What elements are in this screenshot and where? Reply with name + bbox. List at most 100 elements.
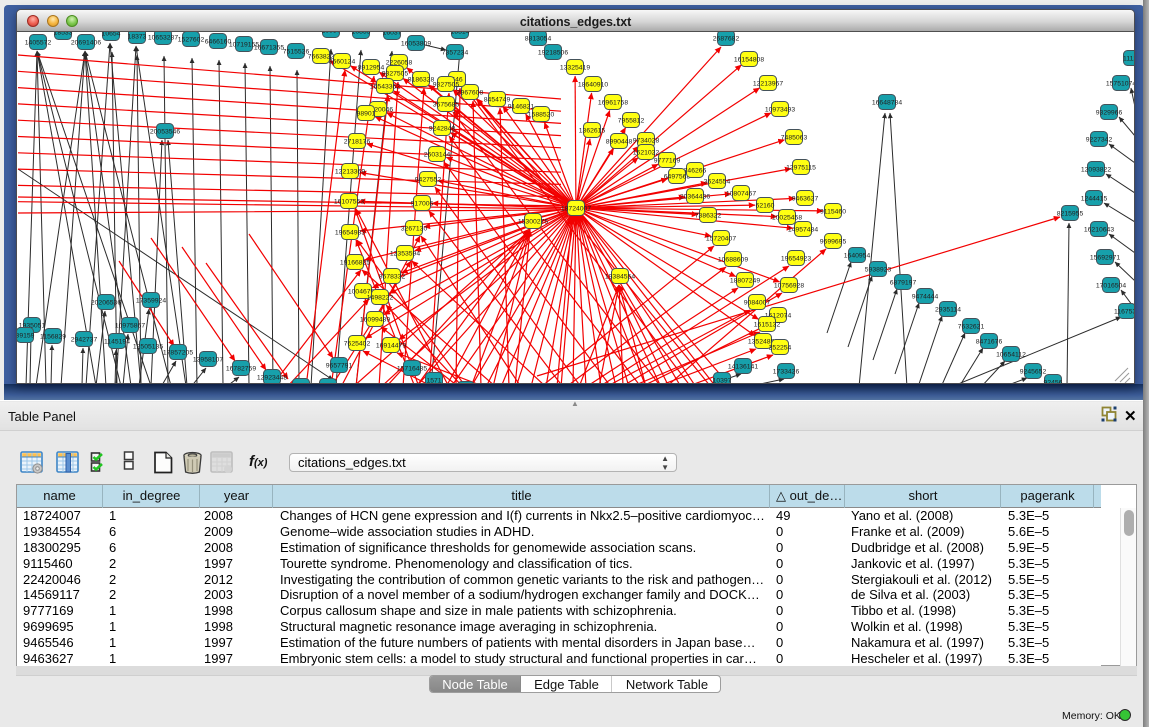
svg-text:15720407: 15720407 bbox=[706, 235, 736, 242]
svg-text:16648784: 16648784 bbox=[872, 99, 902, 106]
svg-text:18724007: 18724007 bbox=[561, 205, 591, 212]
svg-text:2967608: 2967608 bbox=[457, 89, 484, 96]
svg-text:12213967: 12213967 bbox=[753, 80, 783, 87]
svg-text:19654983: 19654983 bbox=[335, 229, 365, 236]
svg-text:1498222: 1498222 bbox=[367, 294, 394, 301]
svg-text:8186328: 8186328 bbox=[408, 76, 435, 83]
svg-text:7663822: 7663822 bbox=[308, 53, 335, 60]
svg-text:9115460: 9115460 bbox=[820, 208, 846, 215]
svg-text:8215955: 8215955 bbox=[1057, 210, 1084, 217]
svg-text:9777169: 9777169 bbox=[654, 157, 681, 164]
svg-text:10807467: 10807467 bbox=[726, 190, 756, 197]
svg-text:92456: 92456 bbox=[1044, 379, 1063, 383]
svg-text:20206536: 20206536 bbox=[91, 299, 121, 306]
svg-text:20053546: 20053546 bbox=[150, 128, 180, 135]
svg-text:9463627: 9463627 bbox=[792, 195, 819, 202]
svg-text:10025458: 10025458 bbox=[772, 214, 802, 221]
svg-text:13325419: 13325419 bbox=[560, 64, 590, 71]
svg-text:1244415: 1244415 bbox=[1081, 195, 1108, 202]
svg-text:10975867: 10975867 bbox=[115, 322, 145, 329]
svg-text:18807249: 18807249 bbox=[730, 277, 760, 284]
svg-text:20691406: 20691406 bbox=[71, 39, 101, 46]
svg-text:13958107: 13958107 bbox=[193, 356, 223, 363]
svg-text:7357234: 7357234 bbox=[442, 49, 469, 56]
svg-text:12975115: 12975115 bbox=[786, 164, 816, 171]
svg-text:9734028: 9734028 bbox=[633, 137, 660, 144]
svg-text:3624554: 3624554 bbox=[704, 178, 731, 185]
svg-text:2603144: 2603144 bbox=[424, 151, 451, 158]
svg-text:10688609: 10688609 bbox=[718, 256, 748, 263]
svg-text:16053809: 16053809 bbox=[401, 40, 431, 47]
svg-text:10853: 10853 bbox=[352, 32, 371, 35]
svg-text:19937: 19937 bbox=[322, 32, 341, 34]
svg-text:19166825: 19166825 bbox=[340, 259, 370, 266]
svg-text:2718176: 2718176 bbox=[344, 138, 371, 145]
svg-text:7386322: 7386322 bbox=[695, 212, 722, 219]
svg-text:16099489: 16099489 bbox=[360, 316, 390, 323]
svg-text:12923448: 12923448 bbox=[257, 374, 287, 381]
svg-text:10653287: 10653287 bbox=[148, 34, 178, 41]
svg-text:9327505: 9327505 bbox=[382, 70, 409, 77]
svg-text:16961758: 16961758 bbox=[598, 99, 628, 106]
svg-text:9227342: 9227342 bbox=[1086, 136, 1113, 143]
svg-text:16543362: 16543362 bbox=[370, 83, 400, 90]
svg-text:19218506: 19218506 bbox=[538, 49, 568, 56]
svg-text:7485063: 7485063 bbox=[781, 134, 808, 141]
svg-text:12213369: 12213369 bbox=[335, 168, 365, 175]
svg-text:5938923: 5938923 bbox=[865, 266, 892, 273]
svg-text:1733426: 1733426 bbox=[773, 368, 800, 375]
svg-text:17857205: 17857205 bbox=[163, 349, 193, 356]
svg-text:16671355: 16671355 bbox=[254, 44, 284, 51]
svg-text:9474444: 9474444 bbox=[912, 293, 939, 300]
svg-text:8454749: 8454749 bbox=[484, 96, 511, 103]
svg-text:2935114: 2935114 bbox=[935, 306, 961, 313]
svg-text:8471676: 8471676 bbox=[976, 338, 1003, 345]
svg-text:10973493: 10973493 bbox=[765, 106, 795, 113]
svg-text:1362615: 1362615 bbox=[579, 127, 606, 134]
svg-text:9427552: 9427552 bbox=[415, 176, 442, 183]
svg-text:9245652: 9245652 bbox=[1020, 368, 1047, 375]
svg-text:16037: 16037 bbox=[383, 32, 402, 36]
svg-text:1156829: 1156829 bbox=[40, 333, 66, 340]
svg-text:9146821: 9146821 bbox=[508, 103, 535, 110]
svg-text:8813054: 8813054 bbox=[525, 35, 552, 42]
svg-text:6879197: 6879197 bbox=[890, 279, 917, 286]
svg-text:18314: 18314 bbox=[451, 32, 470, 35]
svg-text:7955812: 7955812 bbox=[618, 117, 645, 124]
svg-text:15692971: 15692971 bbox=[1090, 254, 1120, 261]
svg-text:14957484: 14957484 bbox=[788, 226, 818, 233]
svg-text:15300275: 15300275 bbox=[518, 218, 548, 225]
svg-text:11124: 11124 bbox=[1123, 55, 1134, 62]
svg-text:20364436: 20364436 bbox=[680, 193, 710, 200]
svg-text:1588520: 1588520 bbox=[528, 111, 555, 118]
svg-text:10654112: 10654112 bbox=[996, 351, 1026, 358]
svg-text:9329966: 9329966 bbox=[1096, 109, 1123, 116]
svg-text:14136141: 14136141 bbox=[728, 363, 758, 370]
svg-text:1527602: 1527602 bbox=[178, 36, 205, 43]
svg-text:16154808: 16154808 bbox=[734, 56, 764, 63]
svg-text:62160: 62160 bbox=[756, 202, 775, 209]
svg-text:98901: 98901 bbox=[357, 110, 376, 117]
svg-text:12353594: 12353594 bbox=[390, 250, 420, 257]
svg-text:1405572: 1405572 bbox=[25, 39, 52, 46]
svg-text:9657791: 9657791 bbox=[326, 362, 353, 369]
svg-text:1621022: 1621022 bbox=[633, 149, 660, 156]
svg-text:15716485: 15716485 bbox=[397, 365, 427, 372]
svg-text:9699695: 9699695 bbox=[820, 238, 847, 245]
svg-text:19384554: 19384554 bbox=[605, 273, 635, 280]
svg-text:16914479: 16914479 bbox=[376, 342, 406, 349]
svg-text:10397: 10397 bbox=[713, 377, 732, 383]
svg-text:1640954: 1640954 bbox=[844, 252, 871, 259]
svg-text:19654923: 19654923 bbox=[781, 255, 811, 262]
svg-text:8912954: 8912954 bbox=[358, 64, 385, 71]
svg-text:8678332: 8678332 bbox=[379, 273, 406, 280]
svg-text:1145194: 1145194 bbox=[104, 338, 130, 345]
svg-text:17359924: 17359924 bbox=[136, 297, 166, 304]
svg-text:12093822: 12093822 bbox=[1081, 166, 1111, 173]
svg-text:15751074: 15751074 bbox=[1106, 80, 1134, 87]
svg-text:7632621: 7632621 bbox=[958, 323, 985, 330]
svg-text:7625402: 7625402 bbox=[344, 340, 371, 347]
svg-text:10654: 10654 bbox=[102, 32, 121, 37]
svg-text:3675685: 3675685 bbox=[433, 101, 460, 108]
svg-text:9242848: 9242848 bbox=[429, 125, 456, 132]
